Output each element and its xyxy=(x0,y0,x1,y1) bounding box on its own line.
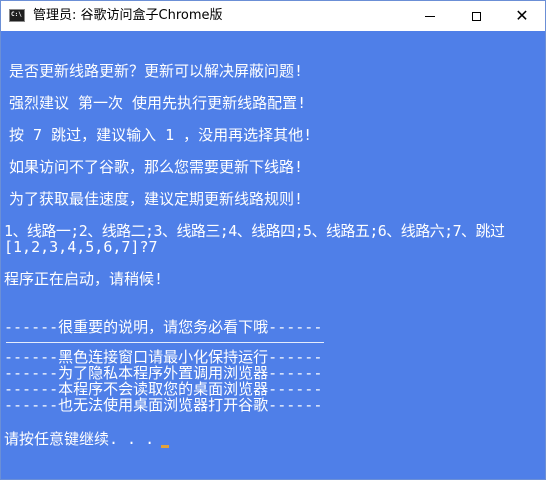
title-bar[interactable]: C:\ 管理员: 谷歌访问盒子Chrome版 ✕ xyxy=(1,1,545,31)
minimize-button[interactable] xyxy=(407,1,453,31)
console-line: 强烈建议 第一次 使用先执行更新线路配置! xyxy=(9,94,307,112)
console-app-icon[interactable]: C:\ xyxy=(9,9,25,22)
console-line: 按 7 跳过，建议输入 1 ，没用再选择其他! xyxy=(9,126,313,144)
minimize-icon xyxy=(425,15,435,17)
console-line: 程序正在启动，请稍候! xyxy=(4,270,164,288)
console-line: ------也无法使用桌面浏览器打开谷歌------ xyxy=(4,396,323,414)
maximize-button[interactable] xyxy=(453,1,499,31)
text-cursor xyxy=(161,445,169,448)
console-line: 如果访问不了谷歌，那么您需要更新下线路! xyxy=(9,158,304,176)
console-line: 为了获取最佳速度，建议定期更新线路规则! xyxy=(9,190,304,208)
close-button[interactable]: ✕ xyxy=(499,1,545,31)
console-output[interactable]: 是否更新线路更新？更新可以解决屏蔽问题! 强烈建议 第一次 使用先执行更新线路配… xyxy=(2,31,545,479)
maximize-icon xyxy=(471,11,481,21)
console-line: [1,2,3,4,5,6,7]?7 xyxy=(4,238,158,256)
close-icon: ✕ xyxy=(515,6,529,25)
app-icon-label: C:\ xyxy=(11,11,22,18)
console-prompt: 请按任意键继续. . . xyxy=(4,430,155,448)
window-title: 管理员: 谷歌访问盒子Chrome版 xyxy=(33,8,223,23)
divider-line xyxy=(6,342,324,343)
console-line: 是否更新线路更新？更新可以解决屏蔽问题! xyxy=(9,62,304,80)
console-line: ------很重要的说明，请您务必看下哦------ xyxy=(4,318,323,336)
console-window: C:\ 管理员: 谷歌访问盒子Chrome版 ✕ 是否更新线路更新？更新可以解决… xyxy=(0,0,546,480)
